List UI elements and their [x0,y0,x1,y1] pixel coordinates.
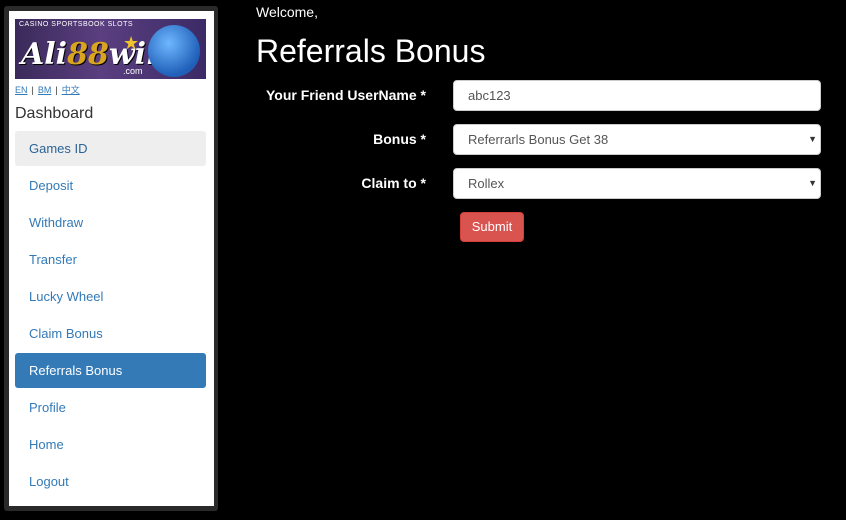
brand-logo[interactable]: CASINO SPORTSBOOK SLOTS Ali88win ★ .com [15,19,206,79]
logo-domain: .com [123,66,143,76]
divider: | [55,85,58,95]
sidebar-item-transfer[interactable]: Transfer [15,242,206,277]
sidebar-item-claim-bonus[interactable]: Claim Bonus [15,316,206,351]
username-label: Your Friend UserName * [265,87,426,103]
submit-button[interactable]: Submit [460,212,524,242]
star-icon: ★ [123,33,140,53]
sidebar-item-lucky-wheel[interactable]: Lucky Wheel [15,279,206,314]
sidebar-item-deposit[interactable]: Deposit [15,168,206,203]
lang-en-link[interactable]: EN [15,85,28,95]
dropdown-arrow-icon: ▼ [808,134,817,144]
lang-bm-link[interactable]: BM [38,85,52,95]
friend-username-input[interactable]: abc123 [453,80,821,111]
bonus-select[interactable]: Referrarls Bonus Get 38 ▼ [453,124,821,155]
sidebar-item-profile[interactable]: Profile [15,390,206,425]
logo-brand-number: 88 [67,37,109,72]
language-switcher: EN | BM | 中文 [15,83,80,96]
claim-to-label: Claim to * [361,175,426,191]
sidebar: CASINO SPORTSBOOK SLOTS Ali88win ★ .com … [9,11,214,506]
claim-to-select[interactable]: Rollex ▼ [453,168,821,199]
genie-mascot-icon [148,25,200,77]
dashboard-title: Dashboard [15,105,94,122]
sidebar-item-referrals-bonus[interactable]: Referrals Bonus [15,353,206,388]
divider: | [31,85,34,95]
logo-wordmark: Ali88win [21,37,168,72]
logo-brand-prefix: Ali [21,37,68,72]
dropdown-arrow-icon: ▼ [808,178,817,188]
bonus-label: Bonus * [373,131,426,147]
sidebar-item-games-id[interactable]: Games ID [15,131,206,166]
welcome-text: Welcome, [256,4,318,20]
claim-to-selected-value: Rollex [468,176,505,191]
sidebar-item-withdraw[interactable]: Withdraw [15,205,206,240]
bonus-selected-value: Referrarls Bonus Get 38 [468,132,609,147]
logo-tagline: CASINO SPORTSBOOK SLOTS [19,21,134,28]
lang-zh-link[interactable]: 中文 [62,85,80,95]
sidebar-item-logout[interactable]: Logout [15,464,206,499]
sidebar-item-home[interactable]: Home [15,427,206,462]
page-title: Referrals Bonus [256,33,486,69]
friend-username-value: abc123 [468,88,511,103]
sidebar-nav: Games ID Deposit Withdraw Transfer Lucky… [15,131,206,501]
